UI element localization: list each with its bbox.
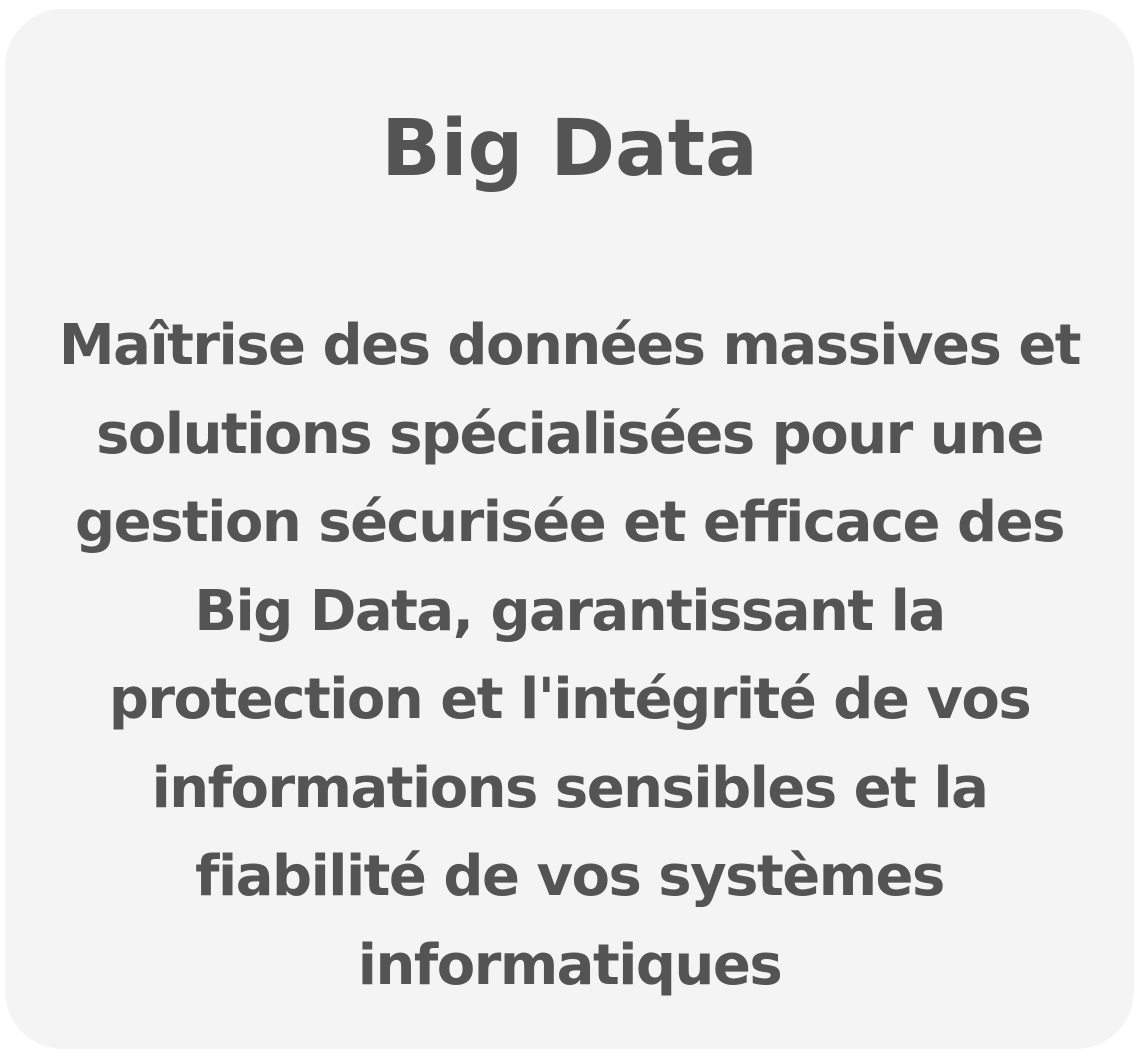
description-line: solutions spécialisées pour une — [96, 401, 1044, 467]
card-title: Big Data — [381, 104, 758, 194]
description-line: informations sensibles et la — [151, 755, 989, 821]
description-line: fiabilité de vos systèmes — [195, 844, 945, 909]
service-card: Big Data Maîtrise des données massives e… — [5, 9, 1134, 1049]
description-line: protection et l'intégrité de vos — [108, 667, 1032, 732]
description-line: gestion sécurisée et efficace des — [75, 490, 1065, 555]
card-description: Maîtrise des données massives et solutio… — [15, 302, 1124, 1010]
description-line: Big Data, garantissant la — [194, 578, 946, 644]
description-line: Maîtrise des données massives et — [58, 313, 1082, 378]
description-line: informatiques — [357, 932, 783, 998]
